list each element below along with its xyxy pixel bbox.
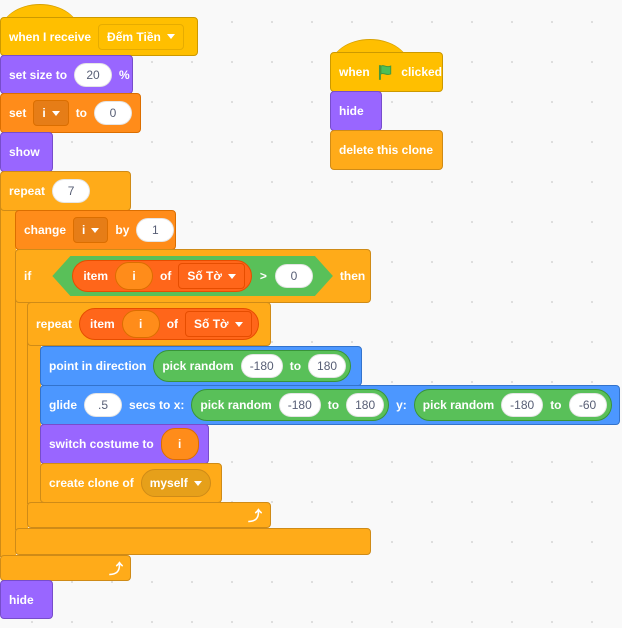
dropdown-value: Đếm Tiền — [107, 29, 161, 44]
caret-down-icon — [228, 274, 236, 279]
loop-arrow-icon: ⤴ — [109, 561, 123, 577]
reporter-label: item — [83, 269, 109, 283]
repeat-bottom[interactable]: ⤴ — [0, 555, 131, 581]
when-i-receive-block[interactable]: when I receive Đếm Tiền — [0, 4, 198, 56]
block-label: show — [9, 145, 40, 159]
block-label: y: — [396, 398, 407, 412]
block-label: create clone of — [49, 476, 134, 490]
dropdown-value: i — [82, 223, 86, 237]
greater-than-operator[interactable]: item i of Số Tờ > 0 — [52, 256, 333, 296]
variable-dropdown[interactable]: i — [33, 100, 69, 126]
pick-random-reporter[interactable]: pick random -180 to 180 — [153, 350, 352, 382]
block-label: by — [115, 223, 130, 237]
compare-value-input[interactable]: 0 — [275, 264, 313, 288]
value-input[interactable]: 1 — [136, 218, 175, 242]
variable-reporter-i[interactable]: i — [121, 310, 160, 338]
glide-block[interactable]: glide .5 secs to x: pick random -180 to 180… — [40, 385, 620, 425]
size-input[interactable]: 20 — [74, 62, 113, 87]
hide-block[interactable]: hide — [0, 580, 53, 619]
pick-random-reporter[interactable]: pick random -180 to -60 — [413, 389, 612, 421]
if-bottom[interactable] — [15, 528, 371, 555]
random-from-input[interactable]: -180 — [240, 354, 283, 378]
block-label: hide — [9, 592, 34, 607]
point-in-direction-block[interactable]: point in direction pick random -180 to 180 — [40, 346, 362, 386]
list-dropdown[interactable]: Số Tờ — [185, 311, 252, 337]
reporter-label: pick random — [422, 398, 495, 412]
random-to-input[interactable]: -60 — [568, 393, 607, 417]
reporter-label: item — [90, 317, 115, 331]
hide-block[interactable]: hide — [330, 91, 382, 131]
repeat-item-block[interactable]: repeat item i of Số Tờ — [27, 302, 271, 346]
reporter-label: to — [550, 398, 562, 412]
block-label: when — [339, 65, 370, 79]
variable-reporter-i[interactable]: i — [115, 262, 153, 290]
block-label: set — [9, 106, 27, 120]
if-block[interactable]: if item i of Số Tờ > 0 then — [15, 249, 371, 303]
variable-reporter-i[interactable]: i — [160, 428, 199, 460]
block-label: hide — [339, 104, 364, 118]
create-clone-block[interactable]: create clone of myself — [40, 463, 222, 503]
block-label: repeat — [9, 184, 46, 198]
dropdown-value: myself — [149, 476, 188, 490]
block-label: then — [339, 269, 366, 283]
secs-input[interactable]: .5 — [84, 393, 123, 417]
block-label: switch costume to — [49, 437, 154, 451]
caret-down-icon — [193, 480, 202, 486]
reporter-label: to — [289, 359, 302, 373]
random-from-input[interactable]: -180 — [501, 393, 544, 417]
green-flag-icon — [378, 65, 391, 80]
set-size-block[interactable]: set size to 20 % — [0, 55, 133, 94]
operator-label: > — [259, 269, 267, 283]
dropdown-value: i — [42, 106, 46, 120]
dropdown-value: Số Tờ — [187, 269, 222, 283]
repeat-block[interactable]: repeat 7 — [0, 171, 131, 211]
switch-costume-block[interactable]: switch costume to i — [40, 424, 209, 464]
value-input[interactable]: 0 — [94, 101, 133, 125]
change-variable-block[interactable]: change i by 1 — [15, 210, 176, 250]
reporter-label: to — [327, 398, 340, 412]
block-label: if — [24, 269, 32, 283]
block-label: repeat — [36, 317, 73, 331]
item-of-list-reporter[interactable]: item i of Số Tờ — [79, 308, 259, 340]
block-label: secs to x: — [129, 398, 185, 412]
random-to-input[interactable]: 180 — [346, 393, 385, 417]
block-label: delete this clone — [339, 143, 434, 157]
repeat2-bottom[interactable]: ⤴ — [27, 502, 271, 528]
caret-down-icon — [51, 110, 60, 116]
show-block[interactable]: show — [0, 132, 53, 172]
message-dropdown[interactable]: Đếm Tiền — [98, 23, 184, 50]
reporter-label: pick random — [162, 359, 234, 373]
block-label: to — [75, 106, 88, 120]
block-label: point in direction — [49, 359, 147, 373]
caret-down-icon — [166, 34, 175, 39]
block-label: clicked — [401, 65, 442, 79]
loop-arrow-icon: ⤴ — [248, 508, 262, 524]
caret-down-icon — [91, 227, 100, 233]
repeat-arm — [0, 205, 16, 557]
block-label: change — [24, 223, 67, 237]
repeat2-arm — [27, 342, 41, 504]
clone-target-dropdown[interactable]: myself — [140, 469, 211, 497]
delete-this-clone-block[interactable]: delete this clone — [330, 130, 443, 170]
repeat-count-input[interactable]: 7 — [52, 179, 91, 203]
pick-random-reporter[interactable]: pick random -180 to 180 — [191, 389, 390, 421]
reporter-label: pick random — [200, 398, 272, 412]
list-dropdown[interactable]: Số Tờ — [178, 263, 245, 289]
item-of-list-reporter[interactable]: item i of Số Tờ — [72, 260, 252, 292]
block-label: when I receive — [9, 29, 92, 44]
block-label: set size to — [9, 67, 68, 82]
when-flag-clicked-block[interactable]: when clicked — [330, 39, 443, 92]
reporter-label: of — [160, 269, 172, 283]
unit-label: % — [119, 67, 130, 82]
block-label: glide — [49, 398, 78, 412]
dropdown-value: Số Tờ — [194, 317, 229, 331]
variable-dropdown[interactable]: i — [73, 217, 109, 243]
random-from-input[interactable]: -180 — [278, 393, 321, 417]
caret-down-icon — [234, 321, 243, 327]
code-workspace[interactable]: ⤴ ⤴ when I receive Đếm Tiền set size to … — [0, 0, 622, 628]
reporter-label: of — [166, 317, 179, 331]
random-to-input[interactable]: 180 — [308, 354, 347, 378]
set-variable-block[interactable]: set i to 0 — [0, 93, 141, 133]
